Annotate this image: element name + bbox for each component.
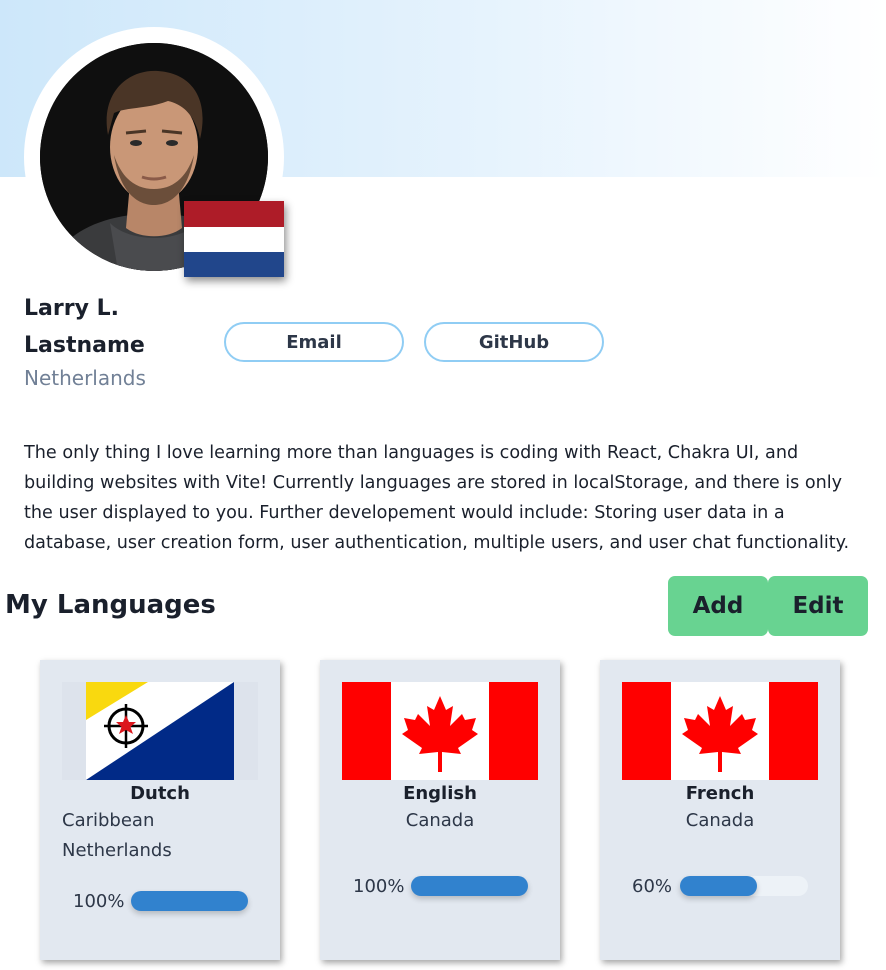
language-name: French: [685, 783, 755, 804]
progress-fill: [680, 876, 757, 896]
edit-languages-button[interactable]: Edit: [768, 576, 868, 636]
profile-bio: The only thing I love learning more than…: [24, 443, 850, 553]
language-region: Canada: [405, 810, 475, 831]
language-name: English: [403, 783, 477, 804]
progress-bar: [411, 876, 528, 896]
add-language-button[interactable]: Add: [668, 576, 768, 636]
progress-fill: [411, 876, 528, 896]
language-card-french[interactable]: French Canada 60%: [600, 660, 840, 960]
profile-location: Netherlands: [24, 366, 146, 390]
github-button[interactable]: GitHub: [424, 322, 604, 362]
progress-label: 100%: [73, 891, 125, 912]
language-card-english[interactable]: English Canada 100%: [320, 660, 560, 960]
progress-bar: [131, 891, 248, 911]
language-card-dutch[interactable]: Dutch Caribbean Netherlands 100%: [40, 660, 280, 960]
progress-bar: [680, 876, 808, 896]
progress-label: 60%: [632, 876, 673, 897]
language-name: Dutch: [130, 783, 190, 804]
caribbean-netherlands-flag-icon: [62, 682, 258, 780]
canada-flag-icon: [622, 682, 818, 780]
canada-flag-icon: [342, 682, 538, 780]
profile-name: Larry L. Lastname: [24, 296, 145, 358]
progress-label: 100%: [353, 876, 405, 897]
languages-section-title: My Languages: [5, 590, 216, 620]
netherlands-flag-badge: [184, 201, 284, 277]
progress-fill: [131, 891, 248, 911]
email-button[interactable]: Email: [224, 322, 404, 362]
language-region: Caribbean Netherlands: [62, 810, 172, 861]
language-region: Canada: [685, 810, 755, 831]
